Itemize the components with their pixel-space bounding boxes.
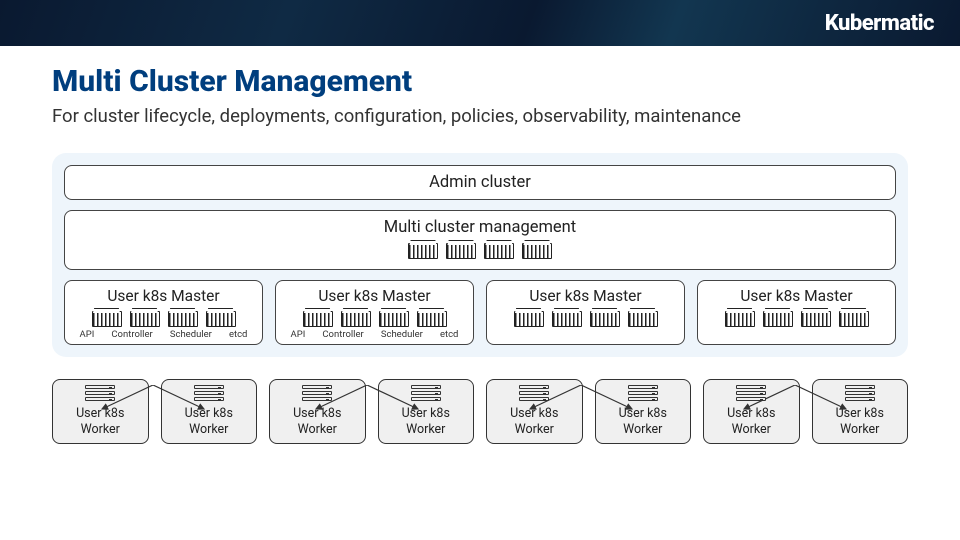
component-label: Scheduler	[381, 329, 423, 340]
master-box: User k8s Master	[697, 280, 896, 345]
slide-title: Multi Cluster Management	[52, 64, 908, 99]
component-label: Scheduler	[170, 329, 212, 340]
component-labels: API Controller Scheduler etcd	[282, 329, 467, 340]
worker-box: User k8sWorker	[269, 379, 366, 444]
multi-cluster-mgmt-label: Multi cluster management	[75, 218, 885, 237]
server-icon	[85, 385, 115, 403]
worker-label: User k8s	[53, 406, 148, 422]
server-icon	[845, 385, 875, 403]
worker-label: User k8s	[487, 406, 582, 422]
server-icon	[736, 385, 766, 403]
master-title: User k8s Master	[71, 287, 256, 305]
master-title: User k8s Master	[493, 287, 678, 305]
worker-box: User k8sWorker	[378, 379, 475, 444]
container-icon	[628, 311, 658, 327]
server-icon	[302, 385, 332, 403]
container-icon	[379, 311, 409, 327]
component-labels: API Controller Scheduler etcd	[71, 329, 256, 340]
container-icon	[522, 243, 552, 259]
worker-label: Worker	[379, 422, 474, 438]
worker-label: Worker	[162, 422, 257, 438]
master-containers	[493, 311, 678, 327]
container-icon	[590, 311, 620, 327]
worker-label: Worker	[704, 422, 799, 438]
worker-label: Worker	[53, 422, 148, 438]
container-icon	[408, 243, 438, 259]
container-icon	[763, 311, 793, 327]
container-icon	[484, 243, 514, 259]
container-icon	[303, 311, 333, 327]
worker-label: Worker	[487, 422, 582, 438]
worker-box: User k8sWorker	[52, 379, 149, 444]
container-icon	[552, 311, 582, 327]
master-containers	[71, 311, 256, 327]
diagram: Admin cluster Multi cluster management U…	[52, 153, 908, 444]
master-box: User k8s Master API Controller Scheduler etc…	[275, 280, 474, 345]
container-icon	[206, 311, 236, 327]
worker-label: User k8s	[596, 406, 691, 422]
server-icon	[194, 385, 224, 403]
container-icon	[801, 311, 831, 327]
slide-content: Multi Cluster Management For cluster lif…	[0, 46, 960, 444]
container-icon	[130, 311, 160, 327]
worker-box: User k8sWorker	[486, 379, 583, 444]
worker-label: User k8s	[162, 406, 257, 422]
admin-cluster-box: Admin cluster	[64, 165, 896, 200]
server-icon	[519, 385, 549, 403]
server-icon	[628, 385, 658, 403]
admin-panel: Admin cluster Multi cluster management U…	[52, 153, 908, 357]
worker-label: User k8s	[704, 406, 799, 422]
container-icon	[725, 311, 755, 327]
worker-label: User k8s	[813, 406, 908, 422]
mgmt-containers	[75, 243, 885, 259]
worker-row: User k8sWorkerUser k8sWorkerUser k8sWork…	[52, 379, 908, 444]
master-row: User k8s Master API Controller Scheduler etc…	[64, 280, 896, 345]
worker-label: User k8s	[270, 406, 365, 422]
worker-pair: User k8sWorkerUser k8sWorker	[486, 379, 691, 444]
container-icon	[341, 311, 371, 327]
master-containers	[282, 311, 467, 327]
container-icon	[514, 311, 544, 327]
component-label: etcd	[229, 329, 247, 340]
master-title: User k8s Master	[704, 287, 889, 305]
header-bar: Kubermatic	[0, 0, 960, 46]
container-icon	[839, 311, 869, 327]
worker-box: User k8sWorker	[161, 379, 258, 444]
worker-box: User k8sWorker	[812, 379, 909, 444]
component-label: API	[80, 329, 95, 340]
worker-box: User k8sWorker	[703, 379, 800, 444]
server-icon	[411, 385, 441, 403]
worker-label: Worker	[813, 422, 908, 438]
component-label: Controller	[111, 329, 152, 340]
master-box: User k8s Master	[486, 280, 685, 345]
container-icon	[446, 243, 476, 259]
component-label: API	[291, 329, 306, 340]
container-icon	[168, 311, 198, 327]
worker-pair: User k8sWorkerUser k8sWorker	[703, 379, 908, 444]
master-box: User k8s Master API Controller Scheduler etc…	[64, 280, 263, 345]
container-icon	[417, 311, 447, 327]
brand-logo: Kubermatic	[825, 11, 934, 36]
multi-cluster-mgmt-box: Multi cluster management	[64, 210, 896, 270]
master-title: User k8s Master	[282, 287, 467, 305]
container-icon	[92, 311, 122, 327]
worker-pair: User k8sWorkerUser k8sWorker	[52, 379, 257, 444]
worker-box: User k8sWorker	[595, 379, 692, 444]
master-containers	[704, 311, 889, 327]
component-label: etcd	[440, 329, 458, 340]
worker-label: Worker	[270, 422, 365, 438]
worker-pair: User k8sWorkerUser k8sWorker	[269, 379, 474, 444]
component-label: Controller	[322, 329, 363, 340]
slide-subtitle: For cluster lifecycle, deployments, conf…	[52, 105, 908, 127]
worker-label: Worker	[596, 422, 691, 438]
worker-label: User k8s	[379, 406, 474, 422]
